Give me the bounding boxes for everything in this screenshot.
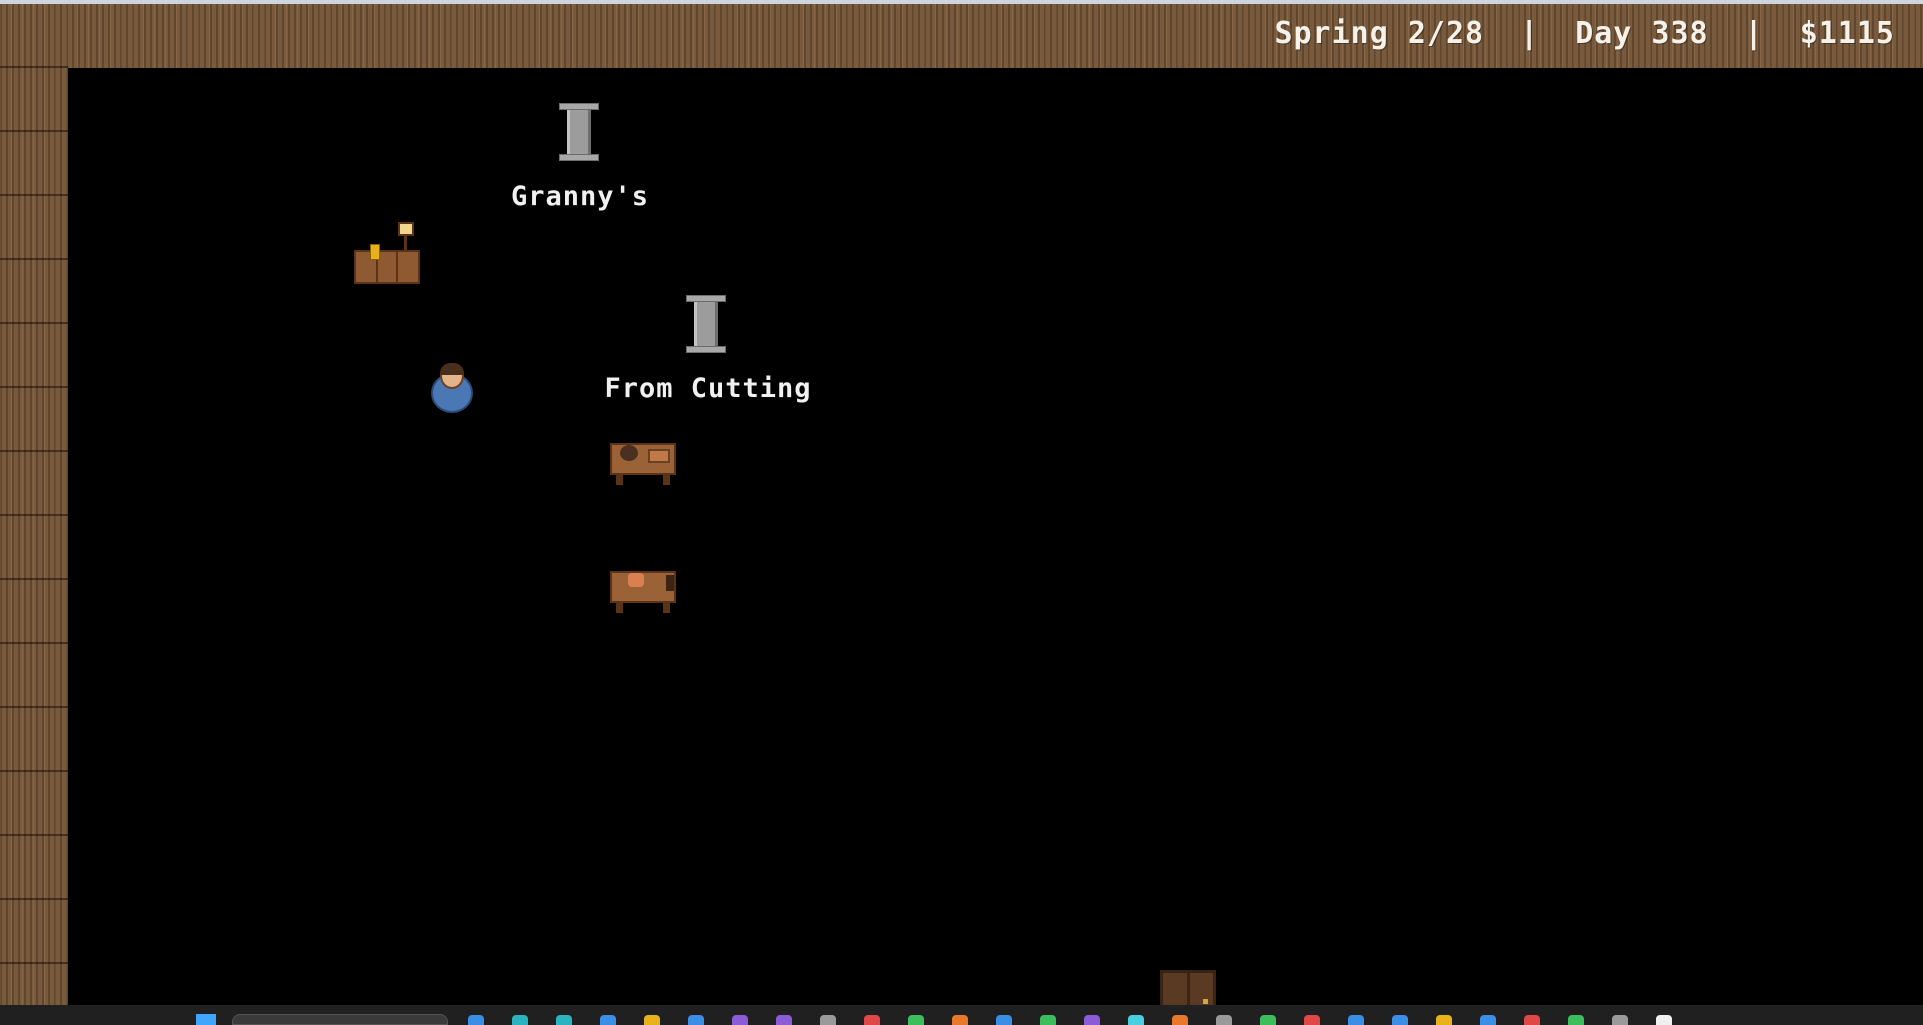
taskbar-app-icon[interactable]	[1260, 1015, 1276, 1025]
os-taskbar	[0, 1005, 1923, 1025]
taskbar-app-icon[interactable]	[556, 1015, 572, 1025]
taskbar-app-icon[interactable]	[1436, 1015, 1452, 1025]
taskbar-app-icon[interactable]	[688, 1015, 704, 1025]
tray-icon	[648, 449, 670, 463]
status-hud: Spring 2/28 | Day 338 | $1115	[1274, 16, 1895, 51]
taskbar-app-icon[interactable]	[864, 1015, 880, 1025]
left-wall	[0, 4, 68, 1005]
taskbar-app-icon[interactable]	[1348, 1015, 1364, 1025]
taskbar-app-icon[interactable]	[1524, 1015, 1540, 1025]
taskbar-app-icon[interactable]	[1216, 1015, 1232, 1025]
taskbar-app-icon[interactable]	[776, 1015, 792, 1025]
exit-door[interactable]	[1160, 970, 1216, 1013]
work-table-1[interactable]	[610, 443, 676, 489]
taskbar-app-icon[interactable]	[908, 1015, 924, 1025]
work-table-2[interactable]	[610, 571, 676, 617]
taskbar-app-icon[interactable]	[468, 1015, 484, 1025]
taskbar-app-icon[interactable]	[952, 1015, 968, 1025]
player-character[interactable]	[431, 363, 473, 413]
taskbar-app-icon[interactable]	[1040, 1015, 1056, 1025]
windows-start-icon[interactable]	[196, 1014, 216, 1025]
taskbar-app-icon[interactable]	[644, 1015, 660, 1025]
sign-label-from-cutting: From Cutting	[604, 373, 812, 404]
taskbar-app-icon[interactable]	[1568, 1015, 1584, 1025]
hud-separator: |	[1520, 16, 1540, 51]
taskbar-app-icon[interactable]	[1172, 1015, 1188, 1025]
item-icon	[628, 573, 644, 587]
drawer-icon	[666, 575, 674, 591]
day-counter: Day 338	[1575, 16, 1709, 51]
taskbar-app-icon[interactable]	[820, 1015, 836, 1025]
stand-sign-icon	[398, 222, 414, 236]
sign-label-grannys: Granny's	[510, 181, 650, 212]
pot-icon	[620, 445, 638, 461]
taskbar-app-icon[interactable]	[1304, 1015, 1320, 1025]
taskbar-app-icon[interactable]	[732, 1015, 748, 1025]
honey-jar-icon	[370, 244, 380, 260]
taskbar-app-icon[interactable]	[996, 1015, 1012, 1025]
stone-pillar-from-cutting[interactable]	[686, 295, 726, 353]
stone-pillar-grannys[interactable]	[559, 103, 599, 161]
season-date: Spring 2/28	[1274, 16, 1485, 51]
taskbar-search-box[interactable]	[232, 1014, 448, 1025]
taskbar-app-icon[interactable]	[600, 1015, 616, 1025]
money-counter: $1115	[1799, 16, 1895, 51]
taskbar-app-icon[interactable]	[1612, 1015, 1628, 1025]
taskbar-app-icon[interactable]	[512, 1015, 528, 1025]
hud-separator: |	[1744, 16, 1764, 51]
taskbar-app-icon[interactable]	[1392, 1015, 1408, 1025]
market-stand[interactable]	[354, 222, 420, 286]
taskbar-app-icon[interactable]	[1084, 1015, 1100, 1025]
taskbar-app-icon[interactable]	[1656, 1015, 1672, 1025]
taskbar-app-icon[interactable]	[1128, 1015, 1144, 1025]
taskbar-app-icon[interactable]	[1480, 1015, 1496, 1025]
